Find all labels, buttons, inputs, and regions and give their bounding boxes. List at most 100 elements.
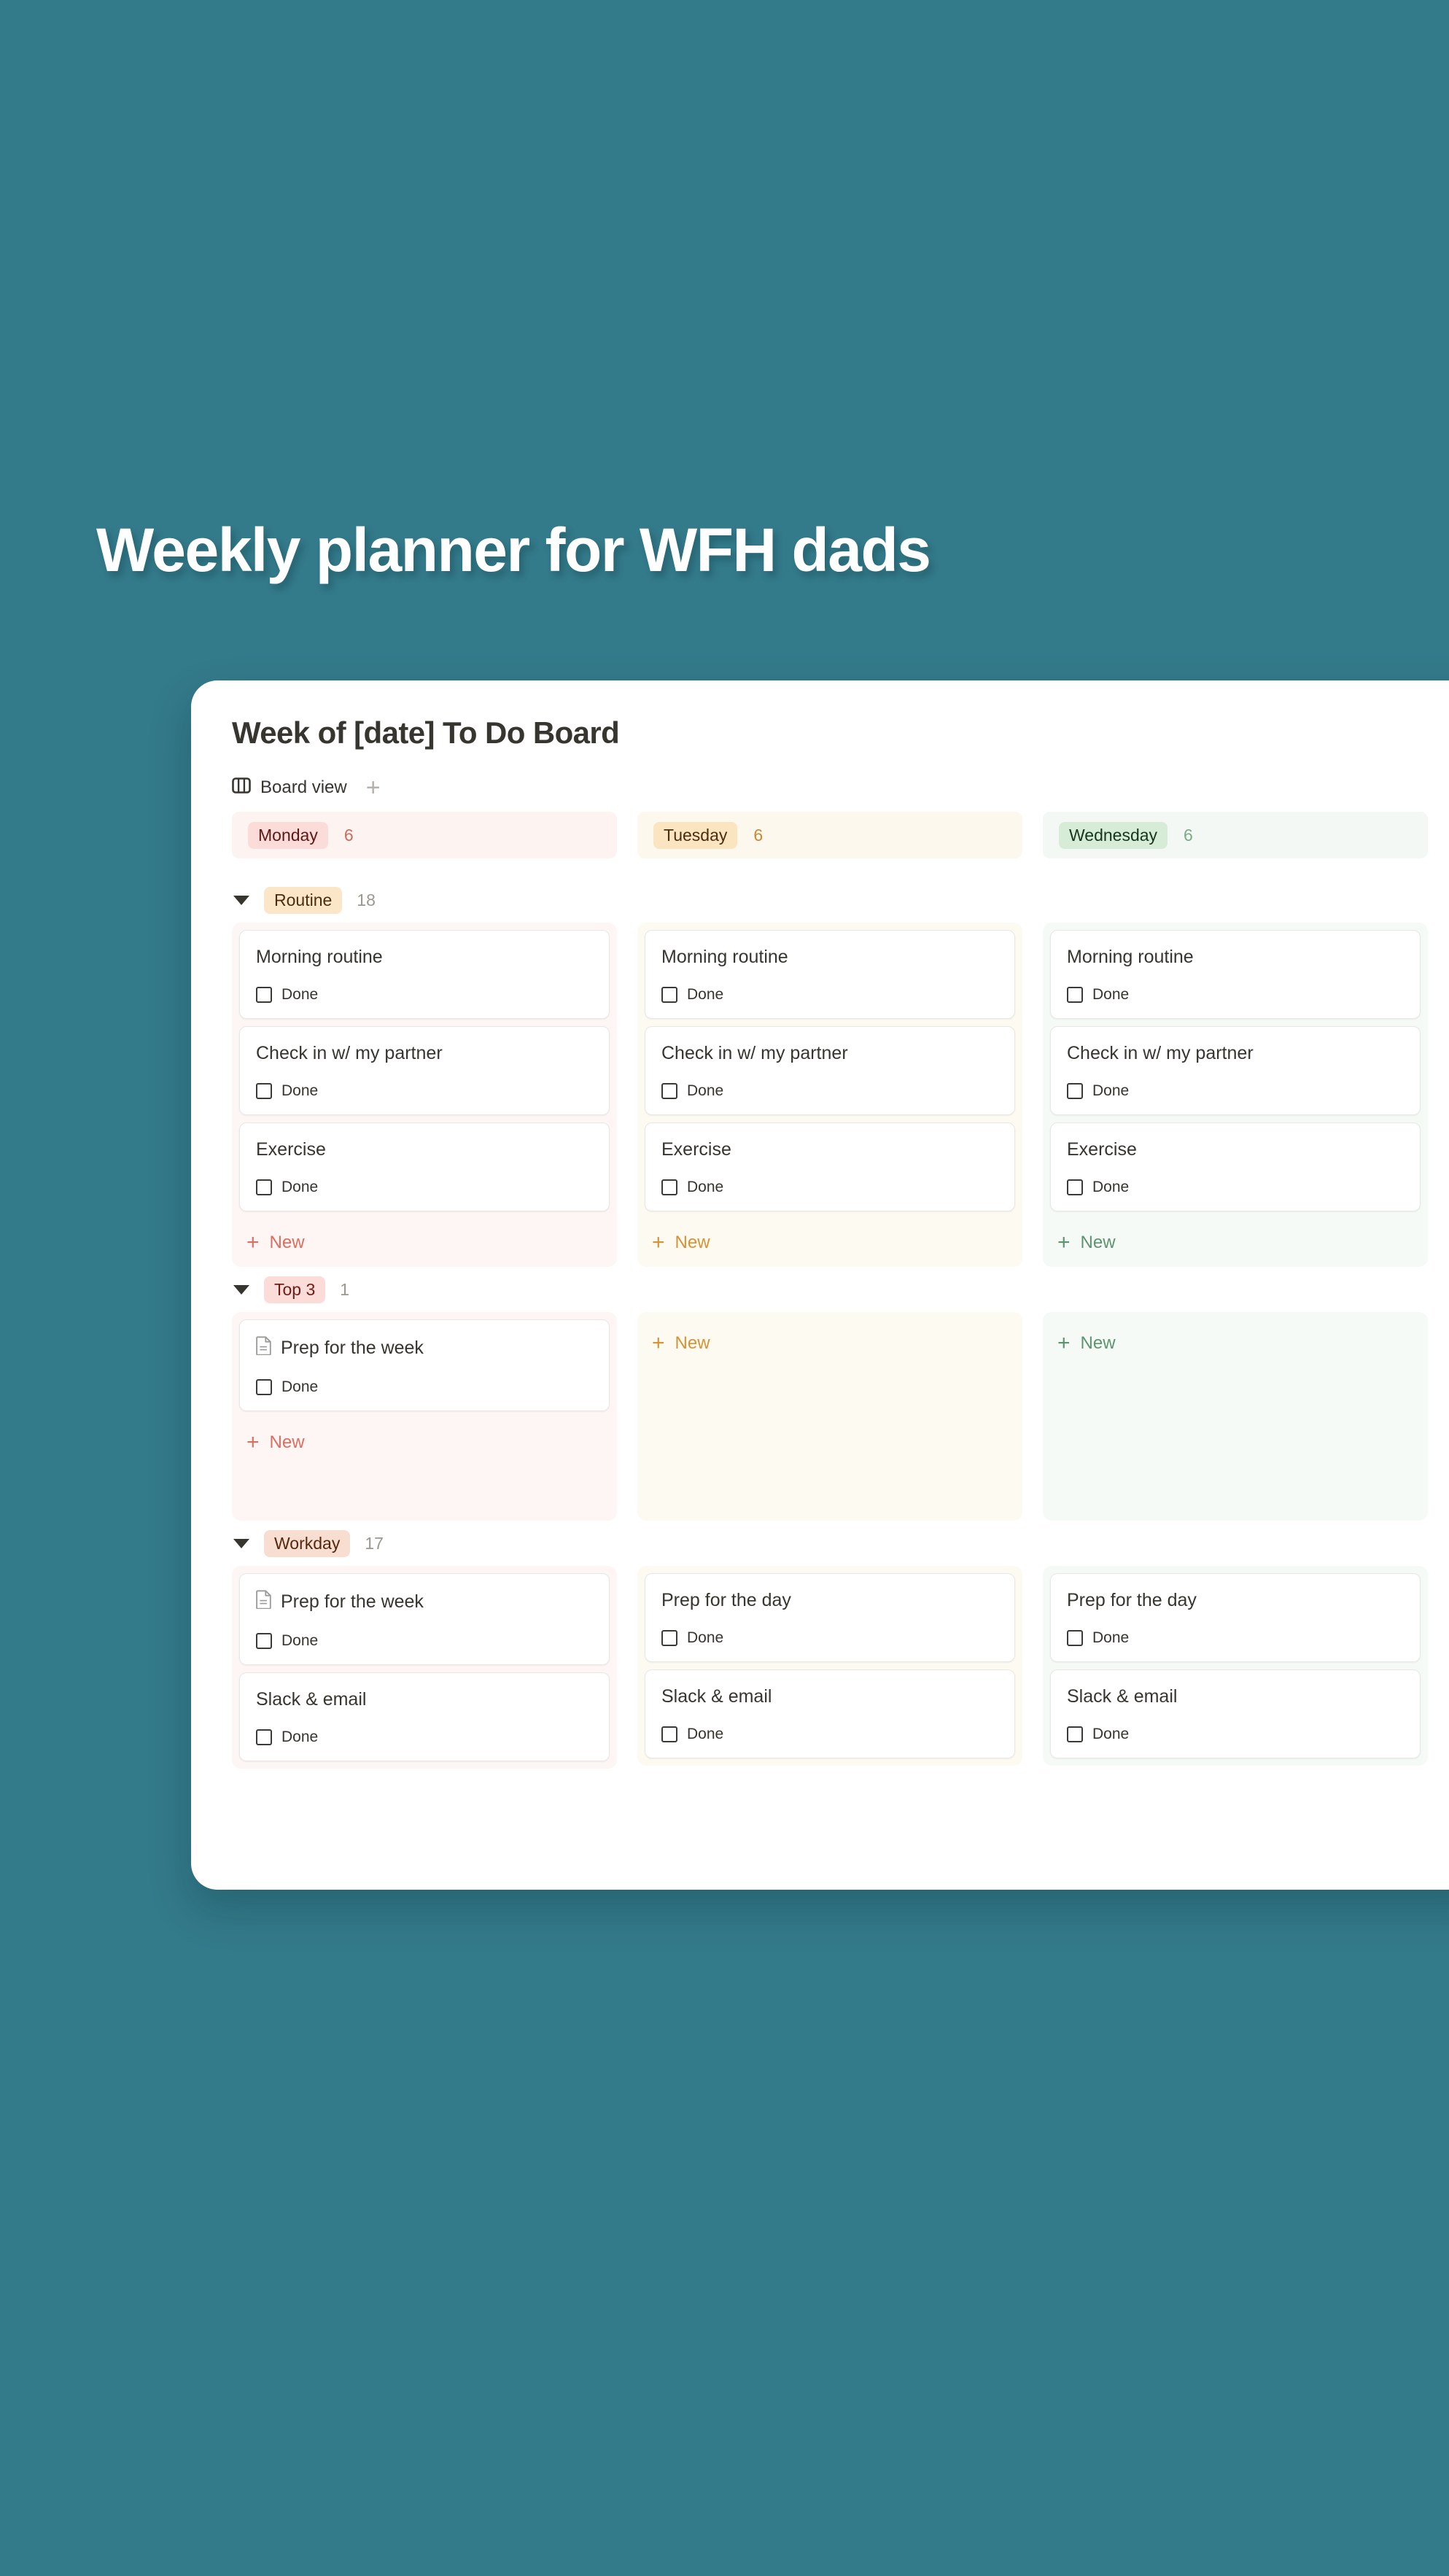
group-count-workday: 17 — [365, 1533, 384, 1553]
task-done-row[interactable]: Done — [256, 1729, 593, 1746]
task-done-row[interactable]: Done — [256, 1179, 593, 1196]
task-done-row[interactable]: Done — [661, 1179, 998, 1196]
lane-top3-wednesday: + New — [1043, 1312, 1428, 1521]
done-label: Done — [281, 1632, 319, 1649]
column-header-tuesday[interactable]: Tuesday 6 — [637, 812, 1022, 858]
lane-wrap-routine-wednesday: Morning routine Done Check in w/ my part… — [1043, 923, 1428, 1267]
new-task-button[interactable]: + New — [1050, 1319, 1421, 1367]
task-title: Check in w/ my partner — [661, 1043, 848, 1063]
add-view-button[interactable]: + — [366, 775, 381, 800]
done-checkbox[interactable] — [1067, 1179, 1083, 1195]
done-checkbox[interactable] — [1067, 987, 1083, 1003]
task-card[interactable]: Check in w/ my partner Done — [239, 1026, 610, 1115]
done-checkbox[interactable] — [256, 1729, 272, 1745]
task-title: Prep for the week — [281, 1338, 424, 1358]
done-label: Done — [281, 1729, 319, 1745]
done-checkbox[interactable] — [661, 1630, 677, 1646]
done-checkbox[interactable] — [256, 1179, 272, 1195]
done-checkbox[interactable] — [661, 1179, 677, 1195]
lane-wrap-top3-wednesday: + New — [1043, 1312, 1428, 1521]
plus-icon: + — [1057, 1230, 1071, 1254]
task-done-row[interactable]: Done — [1067, 1726, 1404, 1743]
task-card[interactable]: Check in w/ my partner Done — [645, 1026, 1015, 1115]
task-done-row[interactable]: Done — [1067, 1629, 1404, 1647]
task-card[interactable]: Exercise Done — [239, 1122, 610, 1211]
group-pill-routine: Routine — [264, 886, 343, 914]
task-done-row[interactable]: Done — [1067, 986, 1404, 1004]
done-checkbox[interactable] — [1067, 1083, 1083, 1099]
done-checkbox[interactable] — [256, 1633, 272, 1649]
task-title: Prep for the week — [281, 1591, 424, 1612]
task-card[interactable]: Exercise Done — [645, 1122, 1015, 1211]
done-checkbox[interactable] — [661, 987, 677, 1003]
new-task-button[interactable]: + New — [239, 1419, 610, 1467]
task-title: Exercise — [661, 1139, 731, 1160]
board-column-monday: Monday 6 — [232, 812, 617, 858]
new-task-label: New — [1080, 1333, 1116, 1353]
column-header-monday[interactable]: Monday 6 — [232, 812, 617, 858]
task-card[interactable]: Prep for the day Done — [645, 1573, 1015, 1662]
done-checkbox[interactable] — [1067, 1726, 1083, 1742]
new-task-button[interactable]: + New — [645, 1219, 1015, 1267]
task-done-row[interactable]: Done — [1067, 1179, 1404, 1196]
task-card[interactable]: Slack & email Done — [239, 1672, 610, 1761]
collapse-caret-icon[interactable] — [233, 1284, 249, 1295]
tab-board-view[interactable]: Board view — [232, 777, 347, 799]
group-header-top3[interactable]: Top 3 1 — [232, 1267, 1449, 1312]
plus-icon: + — [652, 1331, 665, 1355]
new-task-label: New — [675, 1333, 710, 1353]
task-done-row[interactable]: Done — [256, 1082, 593, 1100]
board-column-headers: Monday 6 Tuesday 6 Wednesday 6 — [232, 812, 1449, 858]
page-root: Weekly planner for WFH dads Week of [dat… — [0, 0, 1449, 2576]
done-checkbox[interactable] — [661, 1083, 677, 1099]
lane-wrap-routine-tuesday: Morning routine Done Check in w/ my part… — [637, 923, 1022, 1267]
done-label: Done — [687, 1726, 724, 1742]
done-checkbox[interactable] — [1067, 1630, 1083, 1646]
task-title: Morning routine — [256, 947, 383, 967]
task-title: Check in w/ my partner — [1067, 1043, 1254, 1063]
task-card[interactable]: Slack & email Done — [645, 1669, 1015, 1758]
task-card[interactable]: Exercise Done — [1050, 1122, 1421, 1211]
task-done-row[interactable]: Done — [661, 986, 998, 1004]
task-card[interactable]: Prep for the day Done — [1050, 1573, 1421, 1662]
new-task-label: New — [269, 1432, 305, 1452]
plus-icon: + — [246, 1430, 260, 1454]
collapse-caret-icon[interactable] — [233, 1538, 249, 1548]
column-header-wednesday[interactable]: Wednesday 6 — [1043, 812, 1428, 858]
new-task-button[interactable]: + New — [645, 1319, 1015, 1367]
task-done-row[interactable]: Done — [661, 1082, 998, 1100]
task-done-row[interactable]: Done — [661, 1726, 998, 1743]
group-pill-workday: Workday — [264, 1529, 351, 1557]
done-checkbox[interactable] — [256, 1379, 272, 1395]
done-label: Done — [1092, 1629, 1130, 1646]
done-checkbox[interactable] — [661, 1726, 677, 1742]
task-done-row[interactable]: Done — [1067, 1082, 1404, 1100]
new-task-button[interactable]: + New — [239, 1219, 610, 1267]
document-icon — [256, 1590, 272, 1614]
task-card[interactable]: Morning routine Done — [239, 930, 610, 1019]
new-task-button[interactable]: + New — [1050, 1219, 1421, 1267]
panel-header: Week of [date] To Do Board Board view + — [191, 680, 1449, 812]
task-card[interactable]: Morning routine Done — [645, 930, 1015, 1019]
task-card[interactable]: Morning routine Done — [1050, 930, 1421, 1019]
plus-icon: + — [1057, 1331, 1071, 1355]
done-checkbox[interactable] — [256, 1083, 272, 1099]
group-header-workday[interactable]: Workday 17 — [232, 1521, 1449, 1566]
view-bar: Board view + — [232, 775, 1449, 812]
task-done-row[interactable]: Done — [256, 1378, 593, 1396]
lane-wrap-top3-monday: Prep for the week Done + New — [232, 1312, 617, 1521]
group-header-routine[interactable]: Routine 18 — [232, 877, 1449, 923]
new-task-label: New — [1080, 1233, 1116, 1252]
task-done-row[interactable]: Done — [256, 1632, 593, 1650]
done-checkbox[interactable] — [256, 987, 272, 1003]
task-done-row[interactable]: Done — [661, 1629, 998, 1647]
task-card[interactable]: Prep for the week Done — [239, 1319, 610, 1411]
task-done-row[interactable]: Done — [256, 986, 593, 1004]
collapse-caret-icon[interactable] — [233, 895, 249, 905]
group-count-routine: 18 — [357, 890, 376, 909]
task-card[interactable]: Slack & email Done — [1050, 1669, 1421, 1758]
group-row-top3: Prep for the week Done + New + New + New — [232, 1312, 1449, 1521]
task-card[interactable]: Check in w/ my partner Done — [1050, 1026, 1421, 1115]
task-card[interactable]: Prep for the week Done — [239, 1573, 610, 1665]
column-count-monday: 6 — [343, 825, 354, 845]
